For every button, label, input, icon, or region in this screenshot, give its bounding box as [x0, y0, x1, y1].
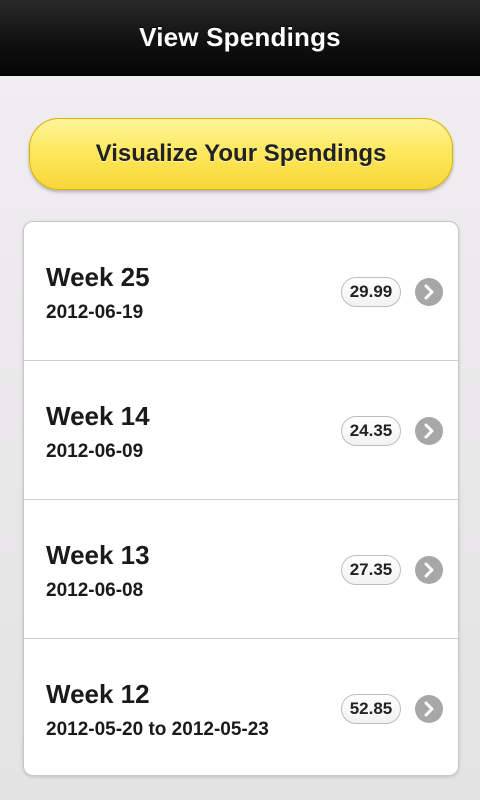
week-title: Week 12 [46, 679, 150, 709]
title-bar: View Spendings [0, 0, 480, 76]
chevron-right-icon[interactable] [415, 417, 443, 445]
week-date: 2012-06-09 [46, 441, 144, 462]
list-item-week[interactable]: Week 12 2012-05-20 to 2012-05-23 52.85 [24, 639, 458, 775]
chevron-right-icon[interactable] [415, 695, 443, 723]
chevron-right-icon[interactable] [415, 556, 443, 584]
week-title: Week 14 [46, 401, 150, 431]
weeks-list: Week 25 2012-06-19 29.99 Week 14 2012-06… [23, 221, 459, 776]
chevron-right-icon[interactable] [415, 278, 443, 306]
list-item-week[interactable]: Week 13 2012-06-08 27.35 [24, 500, 458, 639]
visualize-spendings-button[interactable]: Visualize Your Spendings [29, 118, 453, 190]
amount-badge: 27.35 [341, 555, 401, 585]
week-date: 2012-05-20 to 2012-05-23 [46, 719, 269, 740]
week-title: Week 13 [46, 540, 150, 570]
page-title: View Spendings [139, 22, 341, 52]
visualize-spendings-label: Visualize Your Spendings [95, 140, 387, 167]
week-date: 2012-06-08 [46, 580, 144, 601]
list-item-week[interactable]: Week 25 2012-06-19 29.99 [24, 222, 458, 361]
week-title: Week 25 [46, 262, 150, 292]
week-date: 2012-06-19 [46, 302, 144, 323]
amount-badge: 29.99 [341, 277, 401, 307]
list-item-week[interactable]: Week 14 2012-06-09 24.35 [24, 361, 458, 500]
amount-badge: 24.35 [341, 416, 401, 446]
amount-badge: 52.85 [341, 694, 401, 724]
